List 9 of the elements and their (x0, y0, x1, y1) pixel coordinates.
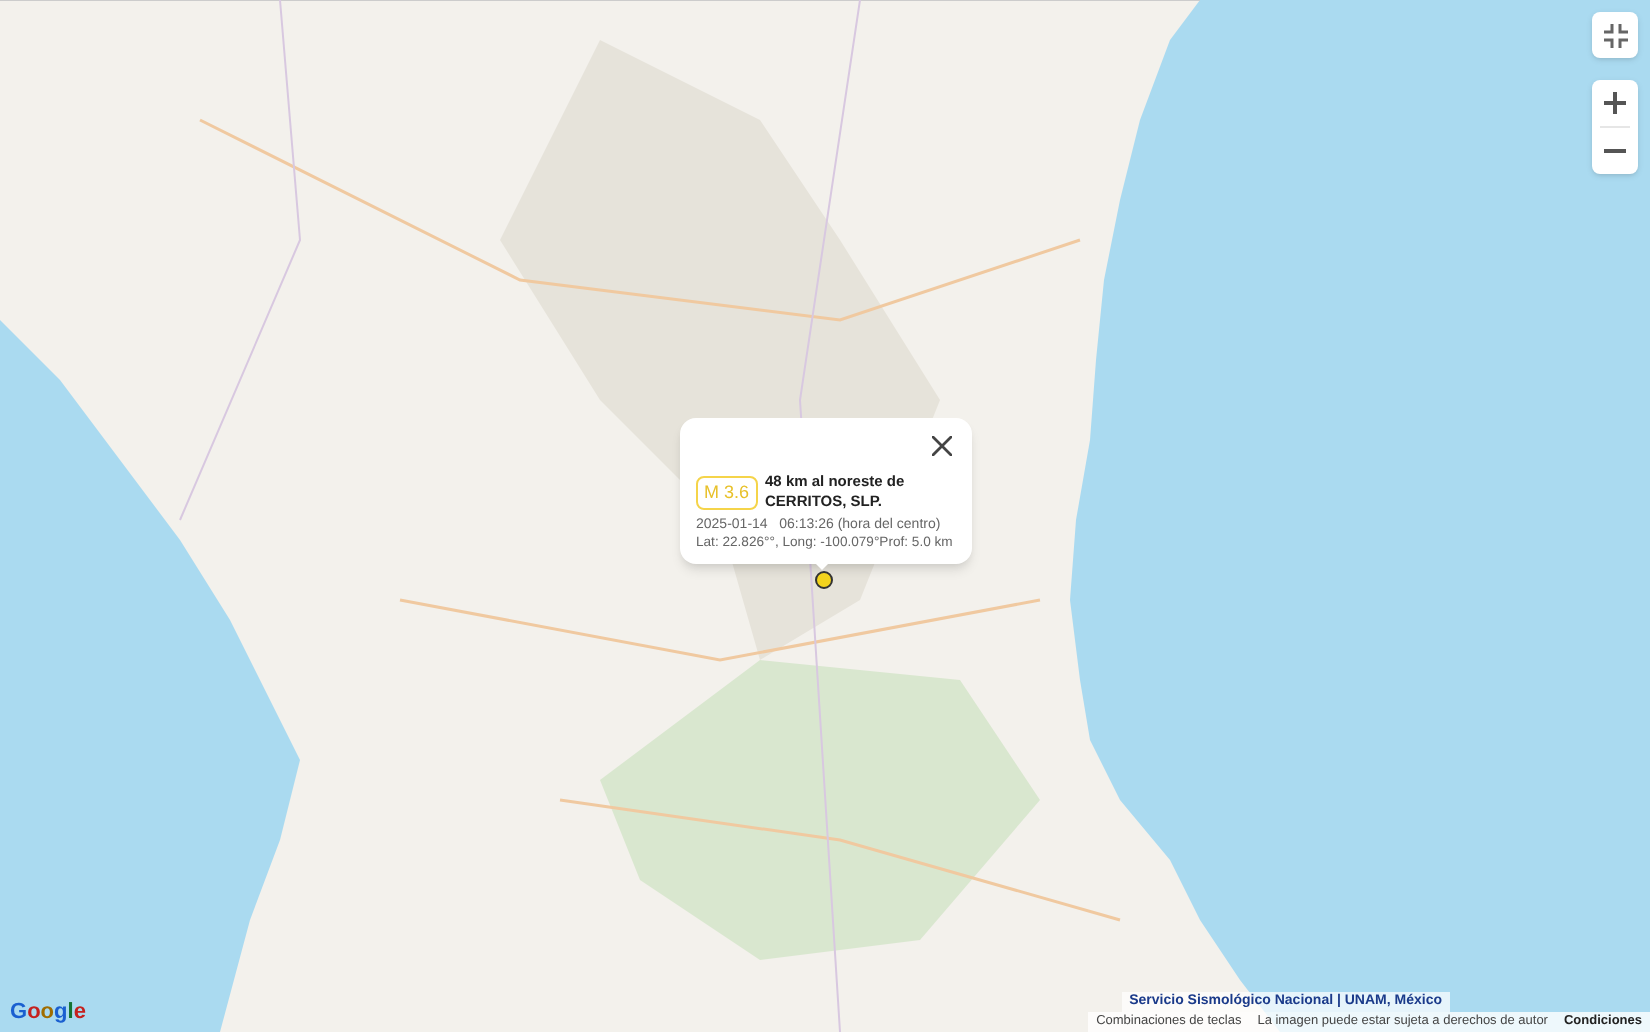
google-logo: Google (10, 997, 86, 1027)
exit-fullscreen-icon (1603, 23, 1627, 47)
epicenter-marker (814, 570, 834, 590)
close-icon (932, 436, 952, 456)
fullscreen-button[interactable] (1592, 12, 1638, 58)
plus-icon (1604, 92, 1626, 114)
close-button[interactable] (928, 432, 956, 460)
magnitude-badge: M 3.6 (696, 475, 758, 509)
minus-icon (1604, 148, 1626, 154)
